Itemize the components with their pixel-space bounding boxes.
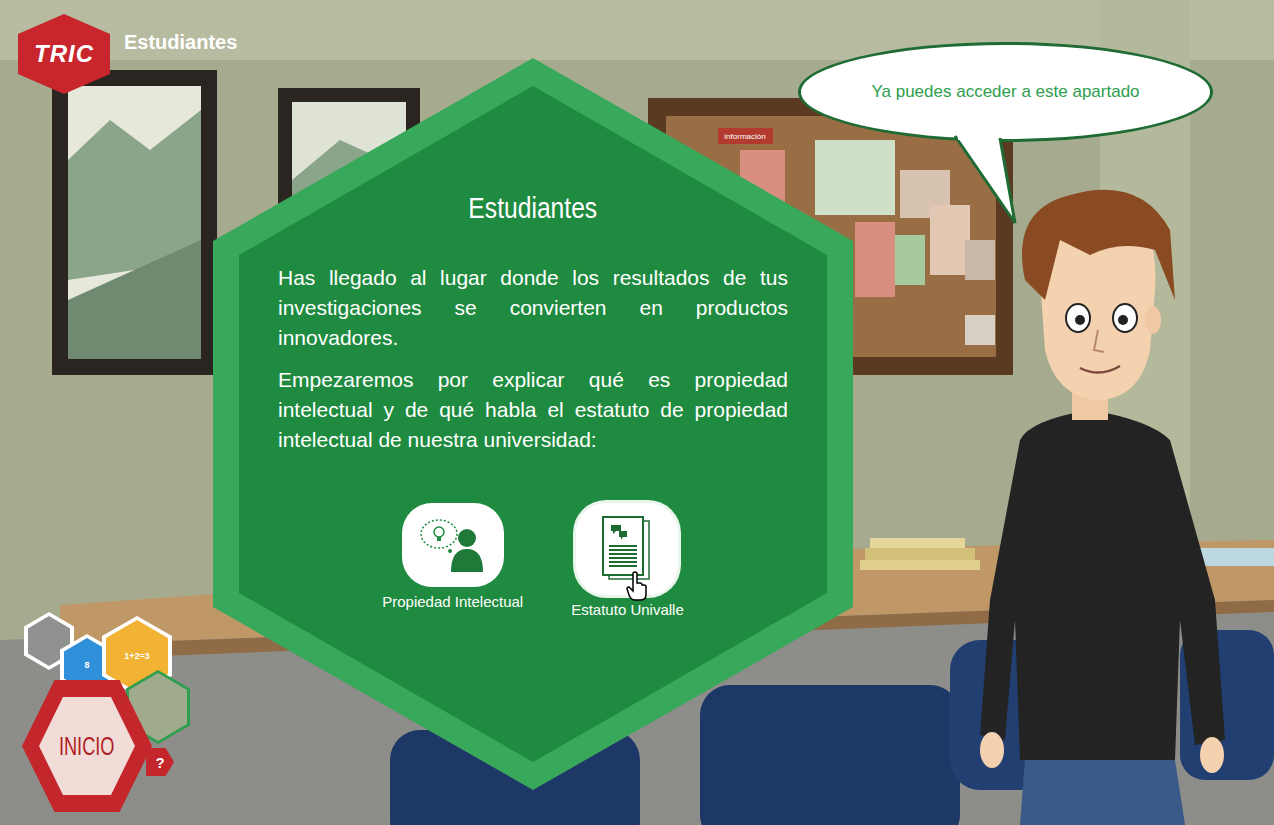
speech-bubble: Ya puedes acceder a este apartado	[798, 42, 1213, 142]
hand-cursor-icon	[626, 571, 648, 601]
home-label: INICIO	[59, 731, 115, 762]
logo[interactable]: TRIC	[18, 14, 110, 94]
option-label: Propiedad Intelectual	[382, 593, 523, 610]
option-button[interactable]: Estatuto Univalle	[571, 503, 684, 618]
student-character-icon	[960, 180, 1260, 825]
idea-person-icon	[417, 516, 489, 574]
panel-title: Estudiantes	[469, 192, 598, 225]
home-button-face: INICIO	[39, 697, 135, 795]
option-card[interactable]	[576, 503, 678, 595]
intro-panel-body: Estudiantes Has llegado al lugar donde lo…	[239, 86, 827, 762]
header: TRIC Estudiantes	[18, 14, 237, 94]
header-title: Estudiantes	[124, 14, 237, 54]
app-screen: información TRIC Estudiantes Estudiantes Has…	[0, 0, 1274, 825]
panel-paragraph: Has llegado al lugar donde los resultado…	[278, 263, 788, 353]
nav-section-label: 1+2=3	[124, 651, 150, 661]
document-icon	[597, 513, 657, 585]
option-card[interactable]	[402, 503, 504, 587]
option-button[interactable]: Propiedad Intelectual	[382, 503, 523, 610]
panel-paragraph: Empezaremos por explicar qué es propieda…	[278, 365, 788, 455]
option-list: Propiedad Intelectual Estatuto Univalle	[382, 503, 684, 618]
option-label: Estatuto Univalle	[571, 601, 684, 618]
speech-tail-icon	[940, 128, 1030, 228]
nav-section-label: 8	[84, 660, 89, 670]
board-label: información	[724, 132, 765, 141]
